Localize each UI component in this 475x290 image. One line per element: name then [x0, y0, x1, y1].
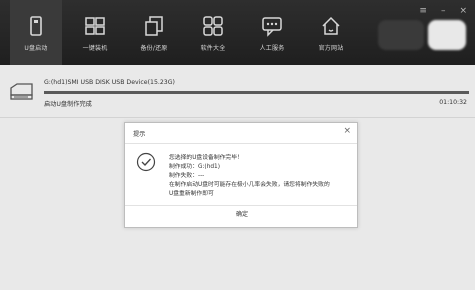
elapsed-time: 01:10:32: [439, 99, 467, 106]
prompt-dialog: 提示 × 您选择的U盘设备制作完毕！ 制作成功：G:(hd1) 制作失败：---…: [124, 122, 358, 228]
usb-drive-icon: [10, 83, 33, 100]
dialog-message-line: 制作成功：G:(hd1): [169, 164, 220, 170]
nav-label: 官方网站: [318, 45, 344, 52]
dialog-message-line: 在制作启动U盘时可能存在极小几率会失败，请您将制作失败的: [169, 182, 330, 188]
dialog-message-line: 制作失败：---: [169, 173, 205, 179]
dialog-message-line: 您选择的U盘设备制作完毕！: [169, 155, 243, 161]
close-icon[interactable]: ×: [343, 126, 351, 136]
nav-label: U盘启动: [24, 45, 48, 52]
menu-icon[interactable]: ≡: [419, 6, 427, 16]
main-nav: U盘启动 一键装机 备份/还原 软件大全 人工服务 官方网站: [10, 0, 364, 65]
progress-fill: [44, 91, 469, 94]
nav-label: 一键装机: [82, 45, 108, 52]
nav-item-human-service[interactable]: 人工服务: [246, 0, 298, 65]
divider: [125, 205, 357, 206]
window-controls: ≡ – ×: [419, 6, 467, 16]
nav-item-backup-restore[interactable]: 备份/还原: [128, 0, 180, 65]
home-icon: [322, 16, 340, 35]
nav-item-usb-boot[interactable]: U盘启动: [10, 0, 62, 65]
dialog-title: 提示: [133, 131, 146, 138]
nav-label: 软件大全: [200, 45, 226, 52]
blurred-logo-left: [378, 20, 424, 50]
device-status: 启动U盘制作完成: [44, 101, 92, 108]
nav-item-one-click-install[interactable]: 一键装机: [69, 0, 121, 65]
nav-label: 备份/还原: [140, 45, 168, 52]
check-circle-icon: [136, 152, 156, 172]
close-icon[interactable]: ×: [459, 6, 467, 16]
nav-item-official-site[interactable]: 官方网站: [305, 0, 357, 65]
chat-service-icon: [262, 17, 282, 37]
dialog-message-line: U盘重新制作即可: [169, 191, 214, 197]
device-row: G:(hd1)SMI USB DISK USB Device(15.23G) 启…: [0, 75, 475, 111]
device-name: G:(hd1)SMI USB DISK USB Device(15.23G): [44, 79, 175, 86]
divider: [125, 143, 357, 144]
usb-drive-icon: [30, 16, 42, 36]
divider: [0, 117, 475, 118]
minimize-icon[interactable]: –: [441, 6, 446, 16]
blurred-logo-right: [428, 20, 466, 50]
nav-item-software[interactable]: 软件大全: [187, 0, 239, 65]
windows-icon: [85, 17, 105, 35]
backup-restore-icon: [145, 16, 163, 36]
apps-grid-icon: [203, 16, 223, 36]
progress-bar: [44, 91, 469, 94]
nav-label: 人工服务: [259, 45, 285, 52]
ok-button[interactable]: 确定: [226, 209, 258, 221]
top-toolbar: U盘启动 一键装机 备份/还原 软件大全 人工服务 官方网站 ≡ – ×: [0, 0, 475, 65]
